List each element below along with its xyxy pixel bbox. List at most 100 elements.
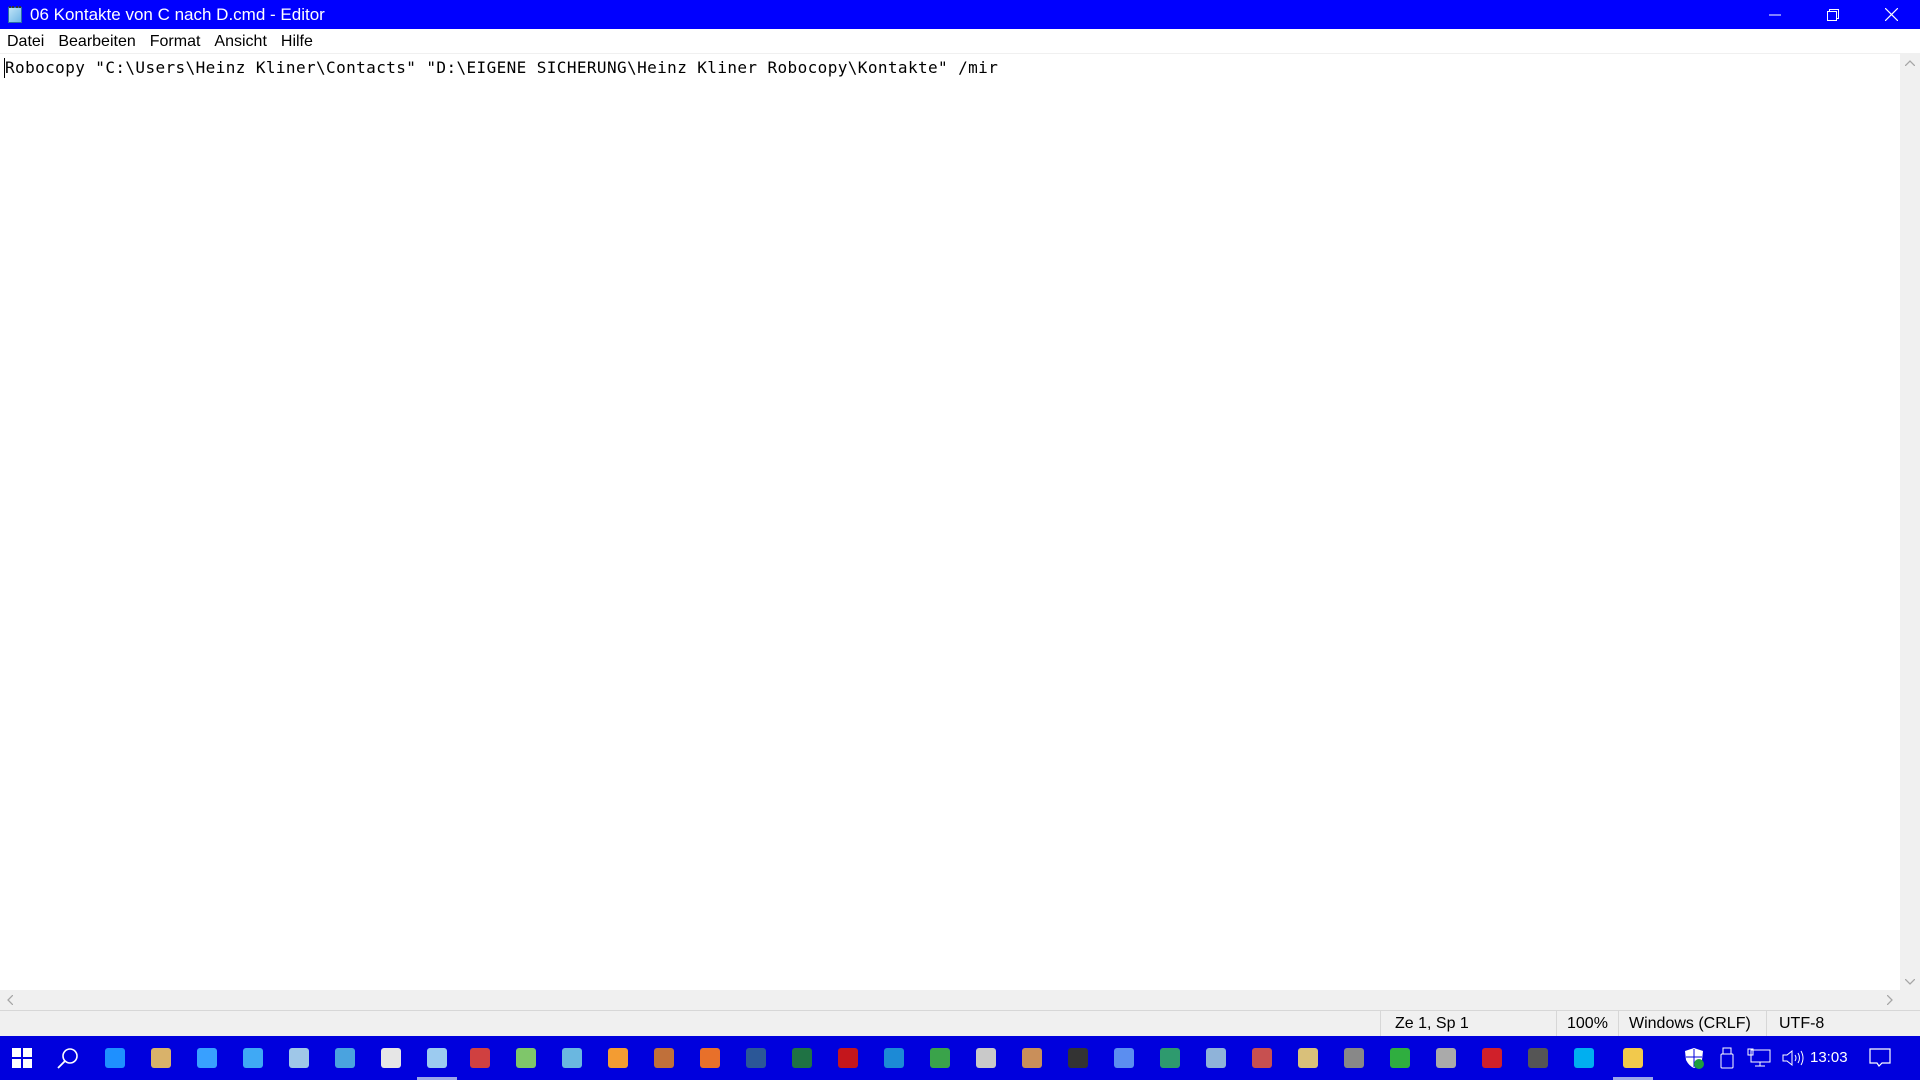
title-bar[interactable]: 06 Kontakte von C nach D.cmd - Editor bbox=[0, 0, 1920, 29]
taskbar-app-media-player[interactable] bbox=[596, 1036, 640, 1080]
green-bug-icon bbox=[1390, 1048, 1410, 1068]
taskbar-app-image-viewer[interactable] bbox=[1286, 1036, 1330, 1080]
taskbar-app-nero[interactable] bbox=[1470, 1036, 1514, 1080]
taskbar-app-toolbox[interactable] bbox=[458, 1036, 502, 1080]
taskbar-app-photoshop-elements[interactable] bbox=[872, 1036, 916, 1080]
taskbar-app-control-panel[interactable] bbox=[231, 1036, 275, 1080]
taskbar-app-recycle-app[interactable] bbox=[1240, 1036, 1284, 1080]
toolbox-icon bbox=[470, 1048, 490, 1068]
volume-icon[interactable] bbox=[1776, 1048, 1810, 1068]
task-scheduler-icon bbox=[335, 1048, 355, 1068]
menu-bearbeiten[interactable]: Bearbeiten bbox=[51, 29, 142, 54]
taskbar-app-video-editor[interactable] bbox=[642, 1036, 686, 1080]
image-viewer-icon bbox=[1298, 1048, 1318, 1068]
video-editor-icon bbox=[654, 1048, 674, 1068]
taskbar-app-word[interactable] bbox=[734, 1036, 778, 1080]
start-button[interactable] bbox=[0, 1036, 44, 1080]
window-title: 06 Kontakte von C nach D.cmd - Editor bbox=[30, 4, 325, 24]
taskbar-app-server-check[interactable] bbox=[1332, 1036, 1376, 1080]
vertical-scrollbar[interactable] bbox=[1900, 54, 1920, 990]
menu-datei[interactable]: Datei bbox=[0, 29, 51, 54]
backup-icon bbox=[516, 1048, 536, 1068]
acrobat-icon bbox=[838, 1048, 858, 1068]
status-cursor-position: Ze 1, Sp 1 bbox=[1380, 1011, 1556, 1037]
restore-button[interactable] bbox=[1804, 0, 1862, 29]
scroll-right-arrow-icon[interactable] bbox=[1880, 991, 1900, 1008]
taskbar-app-magnifier-globe[interactable] bbox=[1194, 1036, 1238, 1080]
windows-defender-icon[interactable] bbox=[1676, 1047, 1712, 1069]
taskbar-app-notepad[interactable] bbox=[415, 1036, 459, 1080]
minimize-button[interactable] bbox=[1746, 0, 1804, 29]
performance-monitor-icon bbox=[289, 1048, 309, 1068]
nero-icon bbox=[1482, 1048, 1502, 1068]
scroll-down-arrow-icon[interactable] bbox=[1900, 973, 1920, 990]
word-icon bbox=[746, 1048, 766, 1068]
close-icon bbox=[1884, 8, 1898, 21]
taskbar-app-circle-app[interactable] bbox=[1516, 1036, 1560, 1080]
action-center-button[interactable] bbox=[1858, 1036, 1902, 1080]
taskbar-app-skype[interactable] bbox=[1562, 1036, 1606, 1080]
taskbar-app-edge[interactable] bbox=[93, 1036, 137, 1080]
file-manager-icon bbox=[151, 1048, 171, 1068]
taskbar-app-scanner[interactable] bbox=[964, 1036, 1008, 1080]
taskbar-app-excel[interactable] bbox=[780, 1036, 824, 1080]
control-panel-icon bbox=[243, 1048, 263, 1068]
recycle-app-icon bbox=[1252, 1048, 1272, 1068]
search-button[interactable] bbox=[46, 1036, 90, 1080]
taskbar-app-samsung[interactable] bbox=[1102, 1036, 1146, 1080]
taskbar-app-settings-gears[interactable] bbox=[369, 1036, 413, 1080]
taskbar-app-checkmark-app[interactable] bbox=[918, 1036, 962, 1080]
status-encoding: UTF-8 bbox=[1766, 1011, 1920, 1037]
scanner-icon bbox=[976, 1048, 996, 1068]
photo-app-icon bbox=[700, 1048, 720, 1068]
skype-icon bbox=[1574, 1048, 1594, 1068]
taskbar-app-file-manager[interactable] bbox=[139, 1036, 183, 1080]
notepad-icon bbox=[6, 5, 24, 24]
taskbar-app-acrobat[interactable] bbox=[826, 1036, 870, 1080]
game-controller-icon bbox=[1068, 1048, 1088, 1068]
clock-time[interactable]: 13:03 bbox=[1810, 1036, 1848, 1080]
network-status-icon[interactable] bbox=[1742, 1048, 1776, 1068]
editor-content[interactable]: Robocopy "C:\Users\Heinz Kliner\Contacts… bbox=[5, 56, 998, 80]
taskbar-app-game-controller[interactable] bbox=[1056, 1036, 1100, 1080]
notepad-icon bbox=[427, 1048, 447, 1068]
taskbar-app-performance-monitor[interactable] bbox=[277, 1036, 321, 1080]
search-icon bbox=[57, 1048, 78, 1069]
server-check-icon bbox=[1344, 1048, 1364, 1068]
taskbar-app-file-explorer[interactable] bbox=[1611, 1036, 1655, 1080]
edge-icon bbox=[105, 1048, 125, 1068]
magnifier-globe-icon bbox=[1206, 1048, 1226, 1068]
photoshop-elements-icon bbox=[884, 1048, 904, 1068]
font-app-icon bbox=[1160, 1048, 1180, 1068]
system-tray bbox=[1676, 1036, 1810, 1080]
taskbar-app-disc[interactable] bbox=[1424, 1036, 1468, 1080]
taskbar-app-internet-explorer[interactable] bbox=[185, 1036, 229, 1080]
status-bar: Ze 1, Sp 1 100% Windows (CRLF) UTF-8 bbox=[0, 1010, 1920, 1037]
checkmark-app-icon bbox=[930, 1048, 950, 1068]
text-editor[interactable]: Robocopy "C:\Users\Heinz Kliner\Contacts… bbox=[0, 54, 1900, 990]
scroll-left-arrow-icon[interactable] bbox=[0, 991, 20, 1008]
status-zoom: 100% bbox=[1556, 1011, 1618, 1037]
taskbar-app-green-bug[interactable] bbox=[1378, 1036, 1422, 1080]
network-icon bbox=[562, 1048, 582, 1068]
disc-icon bbox=[1436, 1048, 1456, 1068]
menu-format[interactable]: Format bbox=[143, 29, 208, 54]
taskbar-app-user-account[interactable] bbox=[1010, 1036, 1054, 1080]
scroll-up-arrow-icon[interactable] bbox=[1900, 54, 1920, 71]
status-line-ending: Windows (CRLF) bbox=[1618, 1011, 1776, 1037]
minimize-icon bbox=[1769, 14, 1781, 15]
menu-ansicht[interactable]: Ansicht bbox=[207, 29, 273, 54]
restore-icon bbox=[1827, 8, 1839, 21]
scrollbar-corner bbox=[1900, 990, 1920, 1010]
taskbar-app-task-scheduler[interactable] bbox=[323, 1036, 367, 1080]
close-button[interactable] bbox=[1862, 0, 1920, 29]
menu-bar: Datei Bearbeiten Format Ansicht Hilfe bbox=[0, 29, 1920, 54]
horizontal-scrollbar[interactable] bbox=[0, 990, 1900, 1010]
taskbar-app-network[interactable] bbox=[550, 1036, 594, 1080]
taskbar-app-backup[interactable] bbox=[504, 1036, 548, 1080]
menu-hilfe[interactable]: Hilfe bbox=[274, 29, 320, 54]
usb-device-icon[interactable] bbox=[1712, 1047, 1742, 1069]
taskbar-app-photo-app[interactable] bbox=[688, 1036, 732, 1080]
taskbar-app-font-app[interactable] bbox=[1148, 1036, 1192, 1080]
taskbar: 13:03 bbox=[0, 1036, 1920, 1080]
